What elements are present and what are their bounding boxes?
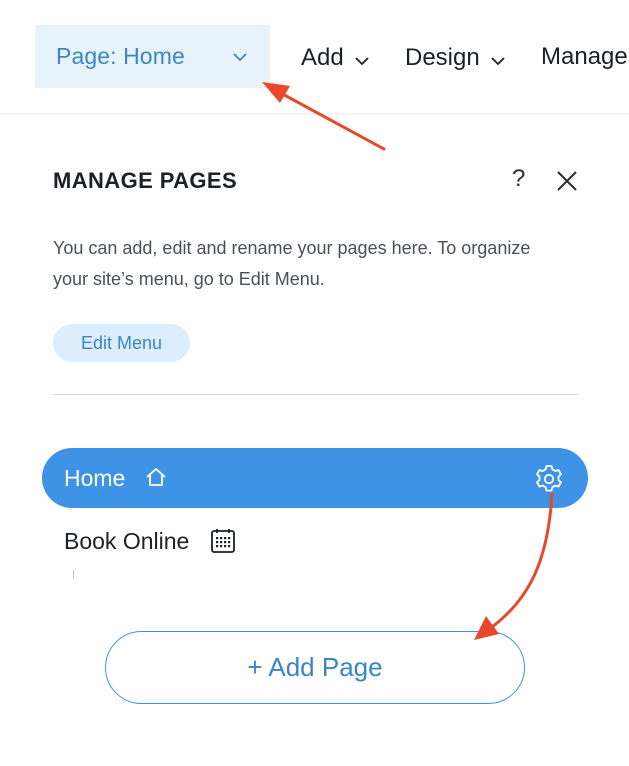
topbar-divider [0, 113, 629, 115]
chevron-down-icon [232, 49, 248, 67]
menu-manage-label: Manage [541, 43, 628, 70]
list-scroll-indicator [73, 570, 74, 578]
edit-menu-button[interactable]: Edit Menu [53, 324, 190, 362]
editor-top-bar: Page: Home Add Design Manage [0, 0, 629, 114]
home-icon [144, 466, 168, 493]
menu-add-label: Add [301, 44, 344, 71]
page-item-label: Book Online [64, 528, 190, 554]
page-item-book-online[interactable]: Book Online [42, 514, 588, 570]
chevron-down-icon [490, 45, 506, 73]
help-icon[interactable]: ? [512, 167, 525, 191]
divider [53, 394, 578, 395]
chevron-down-icon [354, 45, 370, 73]
menu-manage[interactable]: Manage [541, 43, 628, 71]
gear-icon[interactable] [532, 462, 566, 501]
calendar-icon [210, 528, 236, 559]
close-icon[interactable] [556, 170, 578, 197]
page-selector-dropdown[interactable]: Page: Home [35, 25, 270, 88]
menu-design-label: Design [405, 44, 480, 71]
menu-design[interactable]: Design [405, 43, 506, 73]
page-item-home[interactable]: Home [42, 448, 588, 508]
page-selector-label: Page: Home [56, 43, 185, 69]
add-page-button[interactable]: + Add Page [105, 631, 525, 704]
panel-title: MANAGE PAGES [53, 168, 238, 193]
page-item-label: Home [64, 465, 126, 491]
panel-description: You can add, edit and rename your pages … [53, 238, 531, 289]
menu-add[interactable]: Add [301, 43, 370, 73]
